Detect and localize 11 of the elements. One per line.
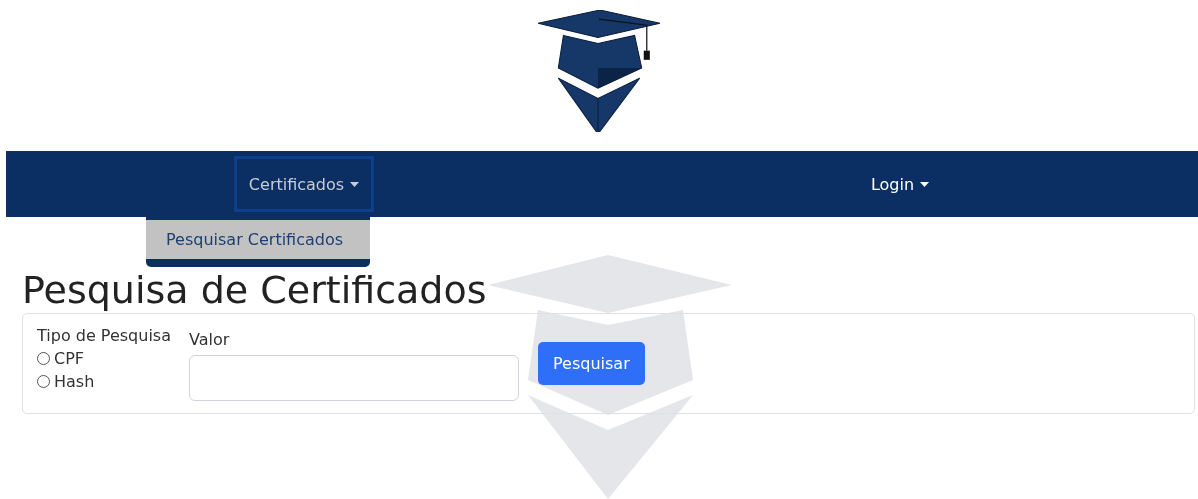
field-label: Tipo de Pesquisa — [37, 326, 171, 345]
radio-option[interactable]: CPF — [37, 349, 171, 368]
nav-dropdown[interactable]: Certificados — [233, 156, 375, 212]
radio-option[interactable]: Hash — [37, 372, 171, 391]
search-button[interactable]: Pesquisar — [538, 342, 645, 385]
page-title: Pesquisa de Certificados — [22, 269, 488, 311]
menu-item[interactable]: Pesquisar Certificados — [146, 220, 370, 259]
field-label: Valor — [189, 330, 231, 349]
logo-icon — [538, 10, 660, 132]
input-field[interactable] — [189, 355, 519, 401]
nav-dropdown[interactable]: Login — [855, 156, 945, 212]
